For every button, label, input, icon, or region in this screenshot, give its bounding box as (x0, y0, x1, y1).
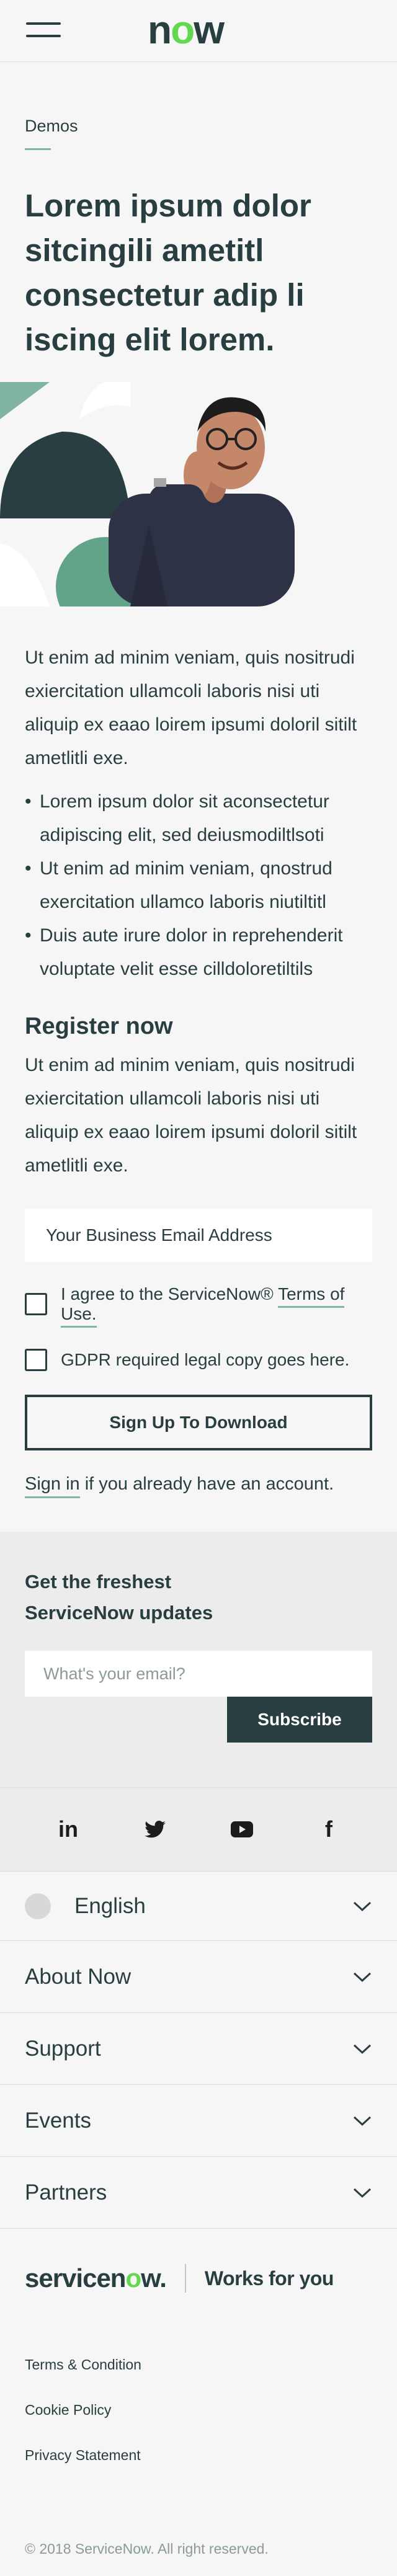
chevron-down-icon (353, 2188, 372, 2198)
hero-image (0, 382, 397, 606)
hamburger-line (26, 22, 61, 25)
facebook-glyph: f (325, 1816, 332, 1842)
accordion-label: Support (25, 2036, 101, 2061)
feature-list: Lorem ipsum dolor sit aconsectetur adipi… (25, 785, 372, 986)
brand-o: o (125, 2263, 141, 2293)
now-logo-w: w (194, 7, 225, 52)
brand-part: servicen (25, 2263, 126, 2293)
chevron-down-icon (353, 2116, 372, 2126)
now-logo-n: n (148, 7, 172, 52)
brand-tagline: Works for you (204, 2267, 334, 2290)
hero-shape-white-quarter (0, 543, 50, 606)
hamburger-line (26, 35, 61, 37)
intro-paragraph: Ut enim ad minim veniam, quis nositrudi … (25, 647, 357, 768)
footer-brand: servicenow. Works for you (25, 2258, 372, 2298)
brand-divider (184, 2264, 186, 2293)
hero-shape-dark-half-circle (0, 432, 130, 518)
servicenow-logo[interactable]: servicenow. (25, 2263, 167, 2293)
newsletter-title-line: Get the freshest (25, 1571, 172, 1592)
sign-in-link[interactable]: Sign in (25, 1474, 80, 1498)
person-sleeve (149, 484, 205, 522)
newsletter-section: Get the freshest ServiceNow updates What… (0, 1532, 397, 1787)
subscribe-button[interactable]: Subscribe (227, 1697, 372, 1743)
accordion-label: Partners (25, 2180, 107, 2205)
accordion-events[interactable]: Events (0, 2085, 397, 2157)
hero-illustration (0, 382, 295, 606)
newsletter-title: Get the freshest ServiceNow updates (25, 1566, 372, 1628)
page-title: Lorem ipsum dolor sitcingili ametitl con… (25, 188, 311, 357)
youtube-icon[interactable] (223, 1811, 261, 1848)
newsletter-button-row: Subscribe (25, 1697, 372, 1743)
youtube-glyph (231, 1821, 253, 1837)
now-logo-o: o (171, 7, 195, 52)
hero-shape-white-arc (79, 382, 130, 419)
terms-condition-link[interactable]: Terms & Condition (25, 2356, 372, 2402)
newsletter-email-placeholder: What's your email? (43, 1664, 185, 1683)
twitter-glyph (145, 1821, 166, 1838)
top-nav-bar: now (0, 0, 397, 62)
terms-checkbox[interactable] (25, 1293, 47, 1315)
sign-up-download-button[interactable]: Sign Up To Download (25, 1395, 372, 1450)
signin-prompt: Sign in if you already have an account. (25, 1474, 372, 1498)
twitter-icon[interactable] (136, 1811, 174, 1848)
newsletter-email-field[interactable]: What's your email? (25, 1651, 372, 1697)
accordion-partners[interactable]: Partners (0, 2157, 397, 2229)
privacy-statement-link[interactable]: Privacy Statement (25, 2447, 372, 2492)
linkedin-icon[interactable]: in (50, 1811, 87, 1848)
main-content: Demos Lorem ipsum dolor sitcingili ameti… (0, 117, 397, 362)
chevron-down-icon (353, 1972, 372, 1982)
accordion-label: About Now (25, 1964, 132, 1989)
hamburger-menu-icon[interactable] (26, 22, 61, 40)
accordion-support[interactable]: Support (0, 2013, 397, 2085)
chevron-down-icon (353, 2044, 372, 2054)
list-item: Duis aute irure dolor in reprehenderit v… (25, 919, 372, 986)
social-links: in f (0, 1787, 397, 1872)
list-item: Lorem ipsum dolor sit aconsectetur adipi… (25, 785, 372, 852)
copyright-text: © 2018 ServiceNow. All right reserved. (25, 2541, 269, 2557)
gdpr-label: GDPR required legal copy goes here. (61, 1350, 350, 1369)
language-left: English (25, 1893, 146, 1919)
globe-icon (25, 1893, 51, 1919)
terms-label: I agree to the ServiceNow® Terms of Use. (61, 1284, 372, 1328)
footer: servicenow. Works for you Terms & Condit… (0, 2229, 397, 2557)
person-watch (154, 478, 166, 487)
brand-part: w. (141, 2263, 167, 2293)
footer-links: Terms & Condition Cookie Policy Privacy … (25, 2356, 372, 2492)
register-description: Ut enim ad minim veniam, quis nositrudi … (25, 1055, 357, 1176)
terms-checkbox-row: I agree to the ServiceNow® Terms of Use. (25, 1284, 372, 1328)
body-content: Ut enim ad minim veniam, quis nositrudi … (0, 641, 397, 1498)
terms-label-prefix: I agree to the ServiceNow® (61, 1284, 279, 1304)
now-logo[interactable]: now (148, 7, 225, 52)
language-label: English (74, 1893, 146, 1918)
list-item: Ut enim ad minim veniam, qnostrud exerci… (25, 852, 372, 919)
eyebrow-divider (25, 148, 51, 150)
linkedin-glyph: in (58, 1816, 78, 1842)
facebook-icon[interactable]: f (310, 1811, 347, 1848)
accordion-about-now[interactable]: About Now (0, 1941, 397, 2013)
newsletter-title-line: ServiceNow updates (25, 1602, 213, 1623)
cookie-policy-link[interactable]: Cookie Policy (25, 2402, 372, 2447)
gdpr-checkbox[interactable] (25, 1349, 47, 1371)
business-email-field[interactable]: Your Business Email Address (25, 1209, 372, 1262)
business-email-placeholder: Your Business Email Address (46, 1225, 272, 1245)
breadcrumb[interactable]: Demos (25, 117, 372, 136)
hero-shape-teal-wedge (0, 382, 50, 419)
signin-suffix: if you already have an account. (79, 1474, 334, 1494)
language-selector[interactable]: English (0, 1872, 397, 1941)
gdpr-checkbox-row: GDPR required legal copy goes here. (25, 1349, 372, 1371)
register-title: Register now (25, 1013, 173, 1039)
accordion-label: Events (25, 2108, 91, 2133)
chevron-down-icon (353, 1901, 372, 1911)
